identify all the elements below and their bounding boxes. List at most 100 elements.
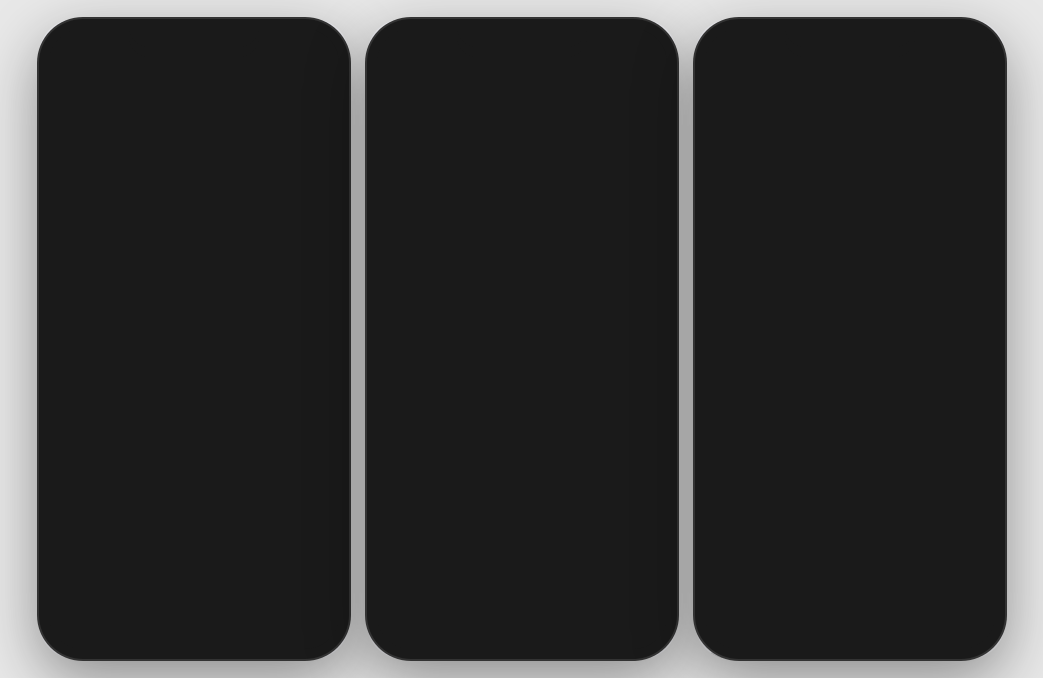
add-person-icon[interactable]: 👤 xyxy=(636,72,661,97)
profile-avatar[interactable] xyxy=(55,67,89,101)
recent-icon-gearbest: GB xyxy=(805,224,857,276)
contacts-icon[interactable]: 📋 xyxy=(597,72,622,97)
more-item-sales[interactable]: ⚙️ Sales Machine Education Обучения и Би… xyxy=(695,352,1005,417)
chat-item[interactable]: Pete Lovers 2 Reply. 2024 now xyxy=(39,357,349,422)
chat-list: Sonya Shagan Hey, come back! 18:04 now E… xyxy=(39,227,349,621)
more-icon: 🎲 xyxy=(711,427,755,471)
signal-icon xyxy=(285,40,300,50)
tab-people[interactable]: 👥 6 xyxy=(508,613,535,639)
status-icons: ▲ ▮ xyxy=(941,39,981,52)
tab-discover[interactable]: 🧭 xyxy=(283,613,310,639)
status-icons: ▲ ▮ xyxy=(285,39,325,52)
people-name: Sonya Shagan xyxy=(437,288,643,304)
page-title: People xyxy=(425,69,589,100)
more-icon: 🛒 xyxy=(711,492,755,536)
chat-avatar xyxy=(55,237,99,281)
people-list: Sonya Shagan Kalina Kandulkova Kamen Gac… xyxy=(367,264,677,659)
more-item-solitaire[interactable]: 🃏 Solitaire Story – Tripeaks Game Play S… xyxy=(695,547,1005,612)
see-more-link[interactable]: See More xyxy=(932,326,988,341)
tab-discover[interactable]: 🧭 xyxy=(939,613,966,639)
tab-chats[interactable]: 💬 xyxy=(404,613,431,639)
people-story[interactable] xyxy=(375,154,445,254)
more-section-header: More See More xyxy=(695,320,1005,352)
status-icons: ▲ ▮ xyxy=(613,39,653,52)
people-item[interactable]: Kalina Kandulkova xyxy=(367,329,677,394)
camera-icon[interactable]: 📷 xyxy=(269,72,294,97)
phone-chats: 16:38 ▲ ▮ Chats 📷 ✏️ 🔍 xyxy=(39,19,349,659)
recent-name: GearBest xyxy=(809,280,851,292)
chat-meta: now xyxy=(312,253,332,265)
notch xyxy=(129,19,259,47)
online-indicator xyxy=(653,422,661,430)
more-item-category: Education xyxy=(767,380,989,392)
online-indicator xyxy=(653,292,661,300)
status-time: 16:38 xyxy=(719,37,757,54)
tab-bar: 💬 👥 6 🧭 xyxy=(695,604,1005,659)
chat-item[interactable]: Eliza Marcheva 😊 13:05 now xyxy=(39,292,349,357)
tab-people[interactable]: 👥 6 xyxy=(836,613,863,639)
search-icon: 🔍 xyxy=(721,116,738,133)
people-item[interactable]: Magdalena Stefanova xyxy=(367,524,677,589)
people-name: Kamen Gachev xyxy=(437,418,643,434)
people-item[interactable]: Sonya Shagan xyxy=(367,264,677,329)
discover-tab-icon: 🧭 xyxy=(283,613,310,639)
chat-tab-icon: 💬 xyxy=(732,613,759,639)
search-bar[interactable]: 🔍 Search xyxy=(55,109,333,140)
profile-avatar[interactable] xyxy=(383,67,417,101)
story-item[interactable]: Photo xyxy=(163,154,211,217)
chat-meta: now xyxy=(312,517,332,529)
tab-chats[interactable]: 💬 xyxy=(732,613,759,639)
chat-avatar xyxy=(55,302,99,346)
tab-chats[interactable]: 💬 xyxy=(76,613,103,639)
recent-name: Зоомагазин Biga Zoo xyxy=(879,280,951,304)
chat-item[interactable]: Miko & K-9 Dog Training Health... Come, … xyxy=(39,422,349,491)
recent-row: AATRAININGCLUB AATraining – Обучение... … xyxy=(695,224,1005,320)
story-item[interactable]: Sylvia xyxy=(107,154,155,217)
people-story[interactable] xyxy=(523,154,593,254)
people-item[interactable]: Kamen Gachev xyxy=(367,394,677,459)
more-info: Sales Machine Education Обучения и Бизне… xyxy=(767,365,989,404)
discover-tab-icon: 🧭 xyxy=(939,613,966,639)
compose-icon[interactable]: ✏️ xyxy=(308,72,333,97)
tab-for-you[interactable]: FOR YOU xyxy=(712,151,850,179)
search-placeholder: Search xyxy=(744,116,792,133)
people-name: Kalina Kandulkova xyxy=(437,353,643,369)
story-item[interactable]: Yasser xyxy=(219,154,267,217)
people-screen: 16:38 ▲ ▮ People 📋 👤 🔍 xyxy=(367,19,677,659)
header-actions: 📋 👤 xyxy=(597,72,661,97)
tab-discover[interactable]: 🧭 xyxy=(611,613,638,639)
people-tab-badge: 6 xyxy=(527,609,543,621)
tab-businesses[interactable]: BUSINESSES xyxy=(850,151,988,179)
chat-item[interactable]: Sonya Shagan Hey, come back! 18:04 now xyxy=(39,227,349,292)
chat-time: now xyxy=(312,517,332,529)
phone-discover: 16:38 ▲ ▮ Discover 🔍 Search xyxy=(695,19,1005,659)
wifi-icon: ▲ xyxy=(960,39,971,51)
recent-item-aa[interactable]: AATRAININGCLUB AATraining – Обучение... xyxy=(711,224,783,304)
signal-icon xyxy=(941,40,956,50)
notch xyxy=(457,19,587,47)
story-add[interactable]: + New Story xyxy=(51,154,99,217)
more-item-desc: Ако търсите добри цени и бърза доставка xyxy=(767,522,989,534)
more-item-ludo[interactable]: 🎲 Ludo Club Game xyxy=(695,417,1005,482)
more-item-name: Solitaire Story – Tripeaks xyxy=(767,560,989,575)
tab-people[interactable]: 👥 6 xyxy=(180,613,207,639)
chat-avatar xyxy=(55,434,99,478)
people-story[interactable] xyxy=(449,154,519,254)
recent-item-zoo[interactable]: 🐾 Зоомагазин Biga Zoo xyxy=(879,224,951,304)
recent-item-gb[interactable]: GB GearBest xyxy=(795,224,867,304)
chat-preview: 😊 13:05 xyxy=(109,326,303,340)
people-tab-badge: 6 xyxy=(199,609,215,621)
profile-avatar[interactable] xyxy=(711,67,745,101)
people-story[interactable] xyxy=(597,154,667,254)
chat-info: Udemy Learn anything, anywhere, anytime.… xyxy=(109,572,303,604)
search-placeholder: Search xyxy=(416,116,464,133)
search-bar[interactable]: 🔍 Search xyxy=(711,109,989,140)
page-title: Discover xyxy=(753,69,989,100)
chat-item[interactable]: Tsveто Panev Sooooh Jam, • Top now xyxy=(39,491,349,556)
recent-icon-aatraining: AATRAININGCLUB xyxy=(721,224,773,276)
more-item-getbg[interactable]: 🛒 Get.bg Shopping Ако търсите добри цени… xyxy=(695,482,1005,547)
people-item[interactable]: Paradot xyxy=(367,459,677,524)
search-bar[interactable]: 🔍 Search xyxy=(383,109,661,140)
story-item[interactable]: Chad xyxy=(275,154,323,217)
chat-avatar xyxy=(55,501,99,545)
